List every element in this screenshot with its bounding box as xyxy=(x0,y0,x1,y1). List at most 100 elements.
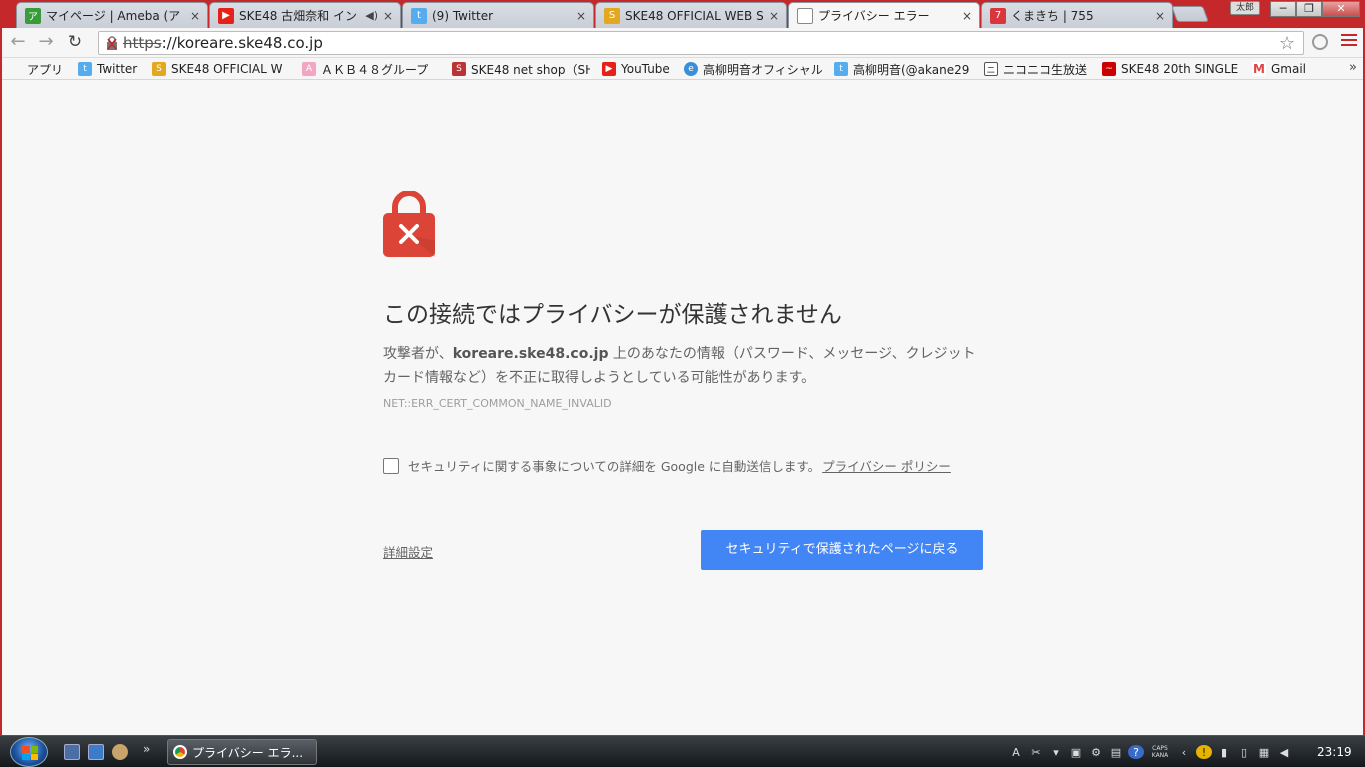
tab-755[interactable]: 7 くまきち | 755 × xyxy=(981,2,1173,28)
new-tab-button[interactable] xyxy=(1171,6,1209,22)
notepad-icon[interactable]: ▤ xyxy=(1108,745,1124,759)
forward-button[interactable]: → xyxy=(35,32,57,54)
tab-youtube[interactable]: ▶ SKE48 古畑奈和 イン ◀) × xyxy=(209,2,401,28)
system-tray: A ✂ ▾ ▣ ⚙ ▤ ? CAPS KANA ‹ ! ▮ ▯ ▦ ◀ xyxy=(1008,740,1292,764)
taskbar-chrome-item[interactable]: プライバシー エラ... xyxy=(167,739,317,765)
speaker-icon[interactable]: ◀) xyxy=(365,9,378,22)
scissors-icon[interactable]: ✂ xyxy=(1028,745,1044,759)
page-title: この接続ではプライバシーが保護されません xyxy=(383,302,842,328)
tab-ske48-official[interactable]: S SKE48 OFFICIAL WEB S × xyxy=(595,2,787,28)
close-window-button[interactable]: ✕ xyxy=(1322,1,1360,17)
ske48-icon: S xyxy=(604,7,620,24)
profile-badge[interactable]: 太郎 xyxy=(1230,1,1260,15)
quicklaunch-app-icon[interactable] xyxy=(112,744,128,760)
tab-privacy-error[interactable]: プライバシー エラー × xyxy=(788,2,980,28)
volume-icon[interactable]: ◀ xyxy=(1276,745,1292,759)
quicklaunch-overflow-icon[interactable]: » xyxy=(143,742,150,756)
clock[interactable]: 23:19 xyxy=(1317,745,1352,759)
bookmark-gmail[interactable]: M Gmail xyxy=(1252,61,1314,77)
apps-icon xyxy=(8,62,22,76)
tab-strip: ア マイページ | Ameba (ア × ▶ SKE48 古畑奈和 イン ◀) … xyxy=(2,0,1363,28)
taskbar-item-label: プライバシー エラ... xyxy=(192,745,304,760)
privacy-policy-link[interactable]: プライバシー ポリシー xyxy=(822,456,951,475)
ime-icon[interactable]: A xyxy=(1008,745,1024,759)
bookmark-youtube[interactable]: ▶ YouTube xyxy=(602,61,676,77)
insecure-lock-icon[interactable] xyxy=(105,36,119,50)
bookmark-takayanagi-twitter[interactable]: t 高柳明音(@akane29 xyxy=(834,61,974,77)
url-scheme: https xyxy=(123,34,162,52)
tab-ameba[interactable]: ア マイページ | Ameba (ア × xyxy=(16,2,208,28)
usb-icon[interactable]: ▯ xyxy=(1236,745,1252,759)
tools-icon[interactable]: ▣ xyxy=(1068,745,1084,759)
akb48-icon: A xyxy=(302,62,316,76)
window-switcher-icon[interactable] xyxy=(88,744,104,760)
tab-close-icon[interactable]: × xyxy=(575,9,587,23)
tab-close-icon[interactable]: × xyxy=(382,9,394,23)
bookmark-label: 高柳明音(@akane29 xyxy=(853,62,970,77)
bookmark-apps[interactable]: アプリ xyxy=(8,61,70,77)
kana-label: KANA xyxy=(1151,752,1169,759)
reload-button[interactable]: ↻ xyxy=(64,32,86,54)
page-icon xyxy=(797,7,813,24)
tab-close-icon[interactable]: × xyxy=(1154,9,1166,23)
tab-title: SKE48 OFFICIAL WEB S xyxy=(625,8,764,23)
app-tray-icon[interactable]: ▮ xyxy=(1216,745,1232,759)
youtube-icon: ▶ xyxy=(602,62,616,76)
taskbar: » プライバシー エラ... A ✂ ▾ ▣ ⚙ ▤ ? CAPS KANA ‹ … xyxy=(0,735,1365,767)
bookmark-akb48-group[interactable]: A ＡＫＢ４８グループ xyxy=(302,61,440,77)
windows-logo-icon xyxy=(22,746,38,760)
address-bar[interactable]: https ://koreare.ske48.co.jp ☆ xyxy=(98,31,1304,55)
tab-title: くまきち | 755 xyxy=(1011,9,1094,23)
chrome-menu-icon[interactable] xyxy=(1341,34,1357,50)
extension-icon[interactable] xyxy=(1312,34,1328,50)
url-host: ://koreare.ske48.co.jp xyxy=(161,34,323,52)
youtube-icon: ▶ xyxy=(218,7,234,24)
bookmark-star-icon[interactable]: ☆ xyxy=(1279,33,1295,54)
tab-close-icon[interactable]: × xyxy=(189,9,201,23)
blog-icon: e xyxy=(684,62,698,76)
bookmark-ske48-official[interactable]: S SKE48 OFFICIAL W xyxy=(152,61,294,77)
gear-icon[interactable]: ⚙ xyxy=(1088,745,1104,759)
twitter-icon: t xyxy=(78,62,92,76)
security-report-optin: セキュリティに関する事象についての詳細を Google に自動送信します。 プラ… xyxy=(383,456,951,475)
tab-twitter[interactable]: t (9) Twitter × xyxy=(402,2,594,28)
optin-label: セキュリティに関する事象についての詳細を Google に自動送信します。 xyxy=(408,459,821,474)
report-checkbox[interactable] xyxy=(383,457,399,474)
bookmark-niconico[interactable]: ニ ニコニコ生放送 xyxy=(984,61,1094,77)
bookmark-label: ＡＫＢ４８グループ xyxy=(321,62,429,77)
gmail-icon: M xyxy=(1252,62,1266,76)
twitter-icon: t xyxy=(834,62,848,76)
bookmark-ske48-20th-single[interactable]: ~ SKE48 20th SINGLE xyxy=(1102,61,1242,77)
browser-window: ア マイページ | Ameba (ア × ▶ SKE48 古畑奈和 イン ◀) … xyxy=(2,0,1363,735)
chevron-left-icon[interactable]: ‹ xyxy=(1176,745,1192,759)
show-desktop-icon[interactable] xyxy=(64,744,80,760)
bookmark-label: YouTube xyxy=(621,62,670,76)
bookmark-label: ニコニコ生放送 xyxy=(1003,62,1088,77)
warning-icon[interactable]: ! xyxy=(1196,745,1212,759)
shirt-icon[interactable]: ▾ xyxy=(1048,745,1064,759)
bookmark-takayanagi-official[interactable]: e 高柳明音オフィシャル xyxy=(684,61,824,77)
ske-single-icon: ~ xyxy=(1102,62,1116,76)
help-icon[interactable]: ? xyxy=(1128,745,1144,759)
tab-title: SKE48 古畑奈和 イン xyxy=(239,9,357,23)
tab-close-icon[interactable]: × xyxy=(768,9,780,23)
bookmarks-bar: アプリ t Twitter S SKE48 OFFICIAL W A ＡＫＢ４８… xyxy=(2,58,1363,80)
bookmark-twitter[interactable]: t Twitter xyxy=(78,61,146,77)
ske48-icon: S xyxy=(152,62,166,76)
tab-title: マイページ | Ameba (ア xyxy=(46,9,181,23)
tab-title: プライバシー エラー xyxy=(818,9,930,23)
explanation-host: koreare.ske48.co.jp xyxy=(452,346,609,362)
advanced-details-link[interactable]: 詳細設定 xyxy=(383,542,433,561)
bookmark-label: 高柳明音オフィシャル xyxy=(703,62,823,77)
minimize-button[interactable]: ─ xyxy=(1270,1,1296,17)
bookmark-ske48-netshop[interactable]: S SKE48 net shop（SH xyxy=(452,61,590,77)
toolbar: ← → ↻ https ://koreare.ske48.co.jp ☆ xyxy=(2,28,1363,58)
back-to-safety-button[interactable]: セキュリティで保護されたページに戻る xyxy=(701,530,983,570)
bookmarks-overflow-icon[interactable]: » xyxy=(1349,60,1357,75)
netshop-icon: S xyxy=(452,62,466,76)
restore-button[interactable]: ❐ xyxy=(1296,1,1322,17)
network-icon[interactable]: ▦ xyxy=(1256,745,1272,759)
start-button[interactable] xyxy=(10,737,48,767)
tab-close-icon[interactable]: × xyxy=(961,9,973,23)
back-button[interactable]: ← xyxy=(7,32,29,54)
